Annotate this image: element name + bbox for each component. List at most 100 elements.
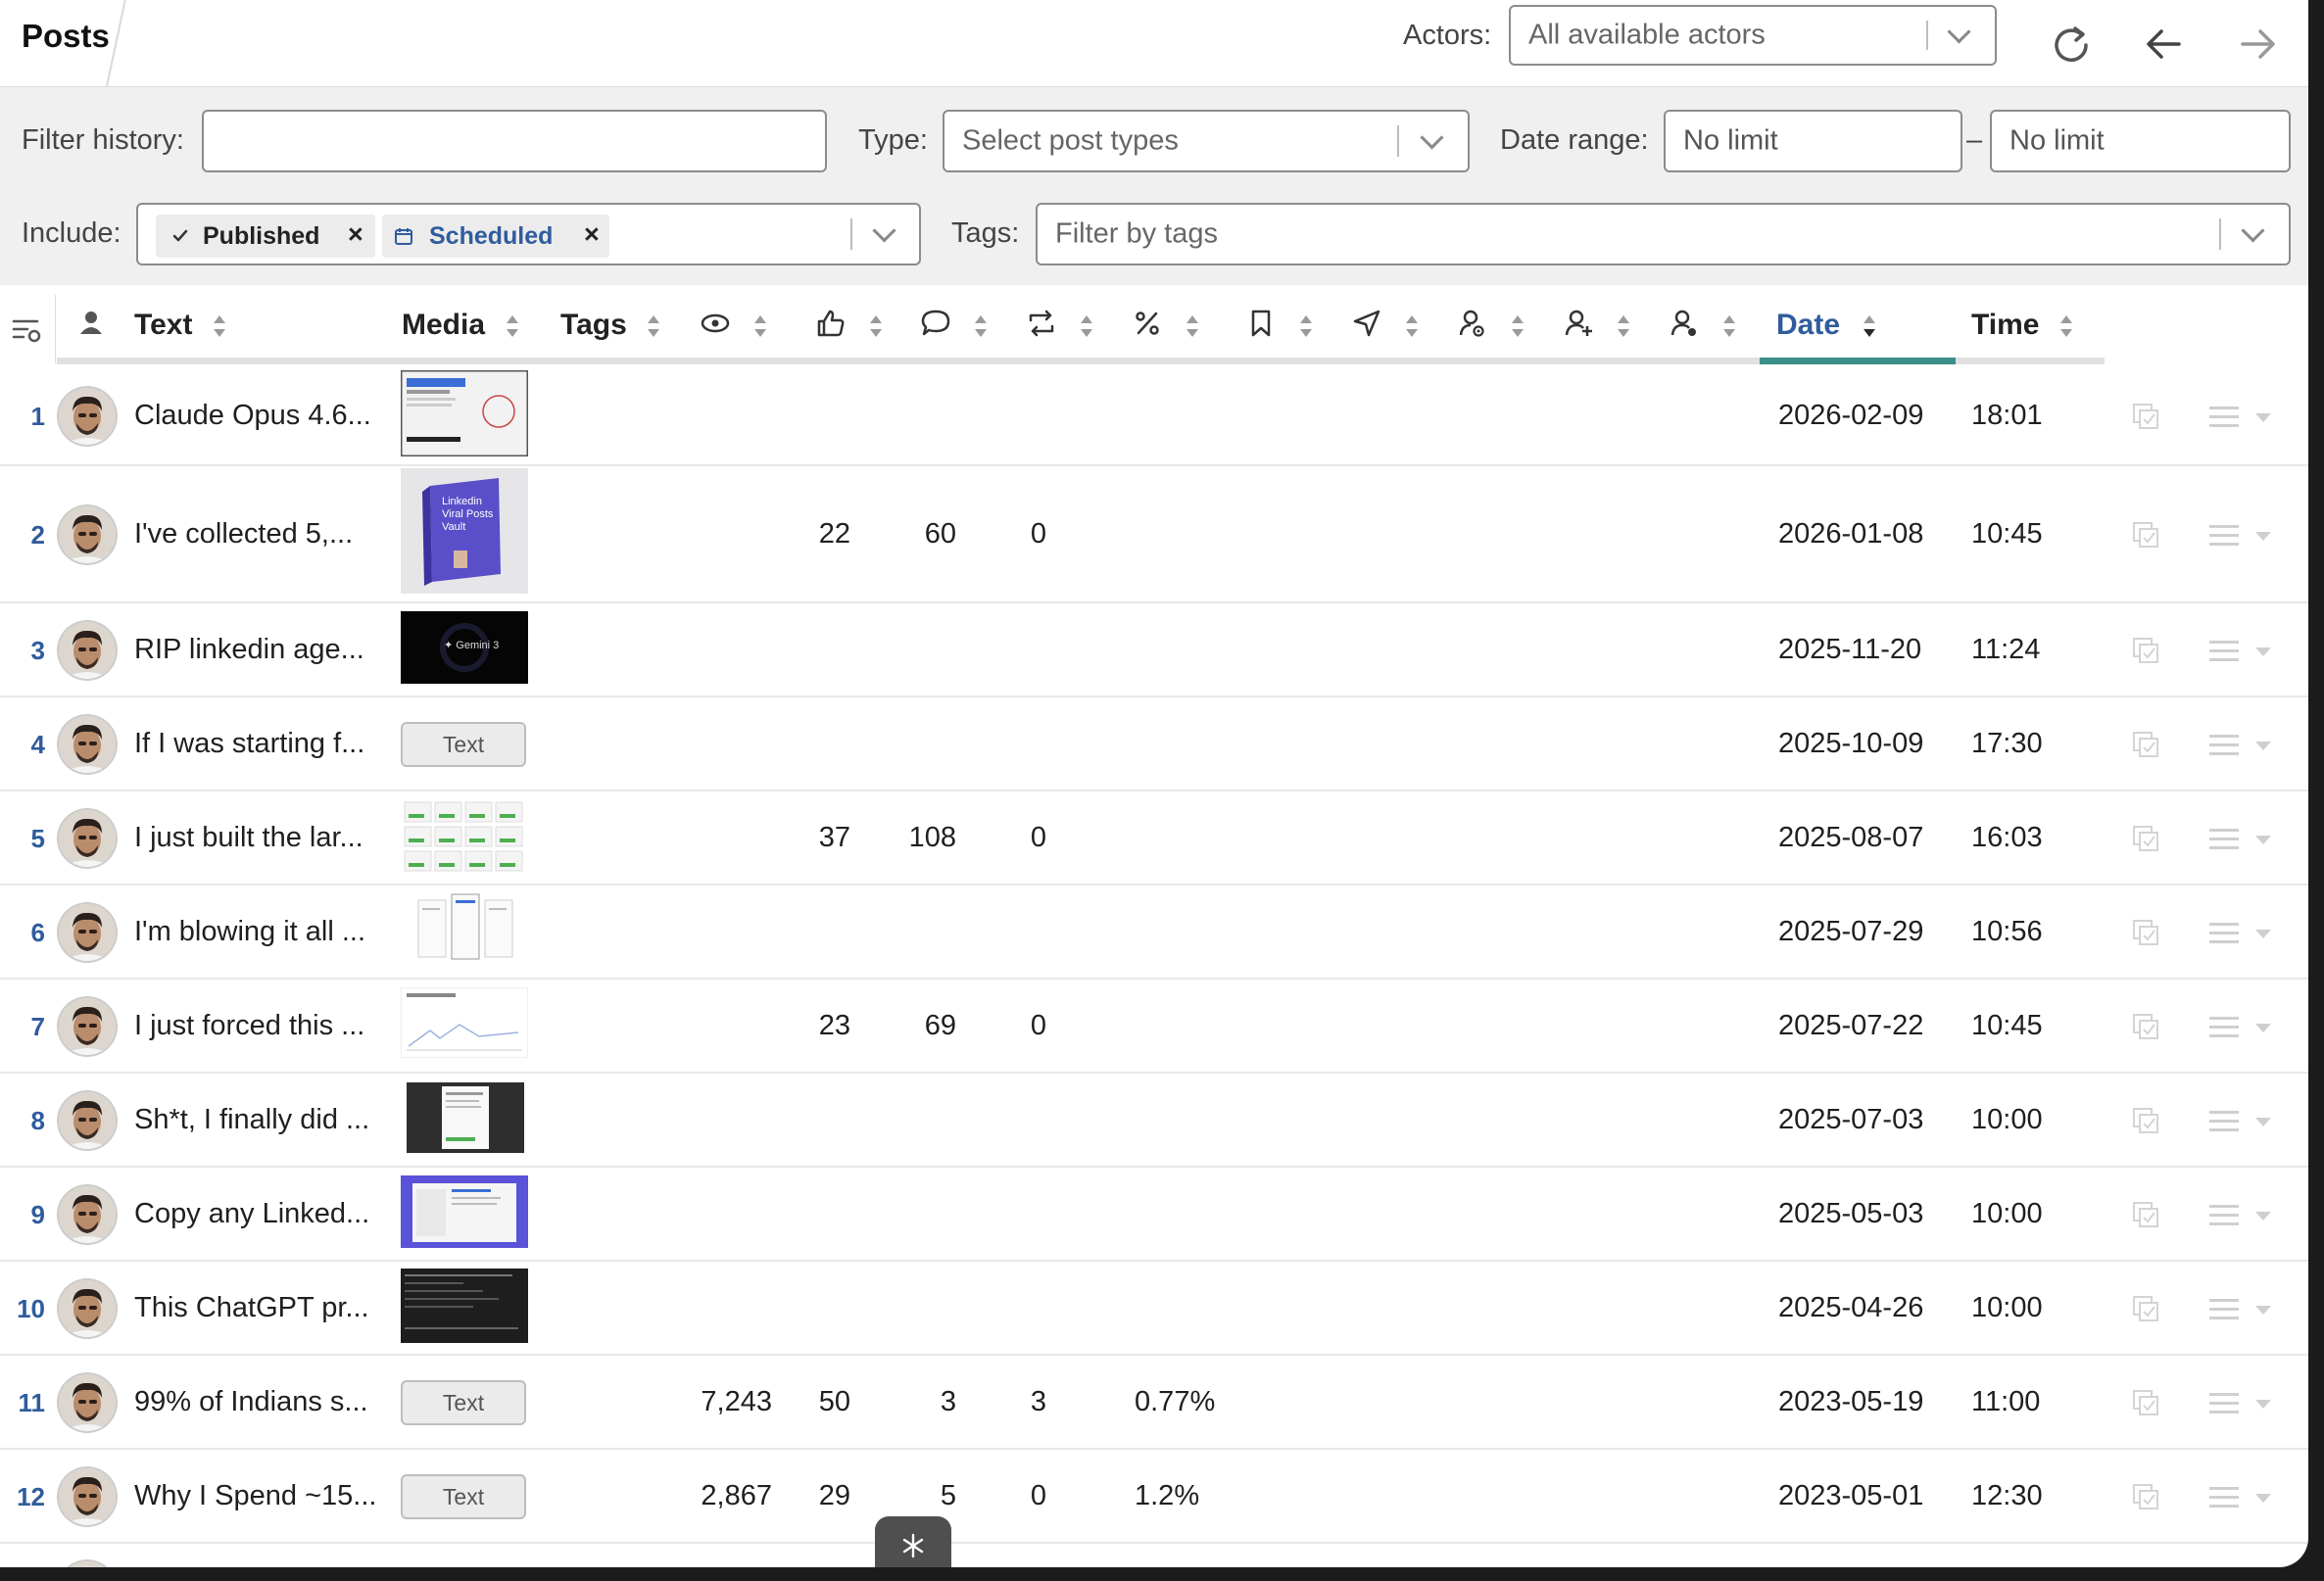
tab-posts[interactable]: Posts [0, 0, 127, 91]
duplicate-icon[interactable] [2131, 1012, 2160, 1041]
chevron-down-icon[interactable] [2255, 742, 2271, 750]
chip-published-remove-icon[interactable]: × [348, 219, 363, 250]
table-row[interactable]: 9 Copy any Linked... 2025-05-03 10:00 [0, 1168, 2308, 1262]
sort-icon[interactable] [869, 314, 883, 340]
media-thumbnail[interactable] [401, 987, 528, 1058]
chevron-down-icon[interactable] [2255, 1494, 2271, 1503]
sort-icon[interactable] [213, 314, 226, 340]
post-text-cell[interactable]: Copy any Linked... [134, 1198, 369, 1230]
sends-icon[interactable] [1350, 307, 1383, 340]
media-thumbnail[interactable]: ✦ Gemini 3 [401, 611, 528, 684]
chevron-down-icon[interactable] [1947, 20, 1971, 44]
filter-history-input[interactable] [202, 110, 827, 172]
table-row[interactable]: 5 I just built the lar... 37 108 0 2025-08-07… [0, 791, 2308, 886]
row-menu-icon[interactable] [2209, 1111, 2239, 1132]
saves-icon[interactable] [1244, 307, 1278, 340]
reposts-icon[interactable] [1025, 307, 1058, 340]
profile-views-icon[interactable] [1456, 307, 1489, 340]
chevron-down-icon[interactable] [2255, 1400, 2271, 1409]
post-text-cell[interactable]: If I was starting f... [134, 728, 364, 760]
post-text-cell[interactable]: This ChatGPT pr... [134, 1292, 369, 1324]
duplicate-icon[interactable] [2131, 730, 2160, 759]
row-menu-icon[interactable] [2209, 1205, 2239, 1226]
chip-published[interactable]: Published × [156, 215, 375, 258]
sort-icon[interactable] [506, 314, 519, 340]
post-text-cell[interactable]: I've collected 5,... [134, 518, 353, 551]
forward-button[interactable] [2229, 16, 2286, 72]
table-row[interactable]: 8 Sh*t, I finally did ... 2025-07-03 10:00 [0, 1074, 2308, 1168]
duplicate-icon[interactable] [2131, 1294, 2160, 1323]
chip-scheduled[interactable]: Scheduled × [382, 215, 609, 258]
actors-select[interactable]: All available actors [1509, 5, 1997, 66]
media-thumbnail[interactable] [407, 1082, 524, 1153]
chevron-down-icon[interactable] [2255, 412, 2271, 422]
sort-icon[interactable] [2059, 314, 2073, 340]
date-from-input[interactable]: No limit [1664, 110, 1962, 172]
chevron-down-icon[interactable] [2255, 836, 2271, 844]
table-row[interactable]: 2 I've collected 5,... Linkedin Viral Post… [0, 466, 2308, 603]
chevron-down-icon[interactable] [872, 218, 896, 243]
sort-icon[interactable] [1405, 314, 1419, 340]
column-date[interactable]: Date [1776, 309, 1840, 342]
duplicate-icon[interactable] [2131, 824, 2160, 853]
table-row[interactable]: 7 I just forced this ... 23 69 0 2025-07-22 10… [0, 980, 2308, 1074]
row-menu-icon[interactable] [2209, 406, 2239, 428]
sort-desc-icon[interactable] [1863, 314, 1876, 340]
post-text-cell[interactable]: Why I Spend ~15... [134, 1480, 376, 1512]
table-row[interactable]: 12 Why I Spend ~15... Text 2,867 29 5 0 1.2% 202… [0, 1450, 2308, 1544]
post-text-cell[interactable]: I just forced this ... [134, 1010, 364, 1042]
chevron-down-icon[interactable] [2255, 930, 2271, 938]
row-menu-icon[interactable] [2209, 525, 2239, 547]
row-menu-icon[interactable] [2209, 1299, 2239, 1320]
column-tags[interactable]: Tags [560, 309, 627, 342]
media-thumbnail[interactable]: Linkedin Viral Posts Vault [401, 468, 528, 594]
sort-icon[interactable] [1511, 314, 1525, 340]
comments-icon[interactable] [919, 307, 952, 340]
media-thumbnail[interactable] [401, 798, 528, 875]
type-select[interactable]: Select post types [943, 110, 1470, 172]
engagement-rate-icon[interactable] [1131, 307, 1164, 340]
sort-icon[interactable] [1617, 314, 1630, 340]
duplicate-icon[interactable] [2131, 402, 2160, 431]
likes-icon[interactable] [814, 307, 847, 340]
duplicate-icon[interactable] [2131, 520, 2160, 550]
tags-select[interactable]: Filter by tags [1036, 203, 2291, 265]
chevron-down-icon[interactable] [1420, 125, 1444, 150]
media-thumbnail[interactable] [401, 370, 528, 458]
table-row[interactable]: 10 This ChatGPT pr... 2025-04-26 10:00 [0, 1262, 2308, 1356]
post-text-cell[interactable]: RIP linkedin age... [134, 634, 364, 666]
include-select[interactable]: Published × Scheduled × [136, 203, 921, 265]
chevron-down-icon[interactable] [2255, 532, 2271, 541]
row-menu-icon[interactable] [2209, 923, 2239, 944]
sort-icon[interactable] [974, 314, 988, 340]
row-menu-icon[interactable] [2209, 829, 2239, 850]
table-row[interactable]: 6 I'm blowing it all ... 2025-07-29 10:56 [0, 886, 2308, 980]
table-row[interactable]: 4 If I was starting f... Text 2025-10-09 17:… [0, 697, 2308, 791]
post-text-cell[interactable]: 99% of Indians s... [134, 1386, 368, 1418]
sort-icon[interactable] [1722, 314, 1736, 340]
duplicate-icon[interactable] [2131, 1482, 2160, 1511]
date-to-input[interactable]: No limit [1990, 110, 2291, 172]
post-text-cell[interactable]: Claude Opus 4.6... [134, 400, 371, 432]
sort-icon[interactable] [1186, 314, 1199, 340]
followers-gained-icon[interactable] [1562, 307, 1595, 340]
sort-icon[interactable] [1299, 314, 1313, 340]
column-settings-button[interactable] [0, 295, 56, 363]
row-menu-icon[interactable] [2209, 1393, 2239, 1414]
views-icon[interactable] [699, 307, 732, 340]
post-text-cell[interactable]: Sh*t, I finally did ... [134, 1104, 369, 1136]
back-button[interactable] [2136, 16, 2193, 72]
chevron-down-icon[interactable] [2255, 1306, 2271, 1315]
duplicate-icon[interactable] [2131, 636, 2160, 665]
duplicate-icon[interactable] [2131, 918, 2160, 947]
chevron-down-icon[interactable] [2255, 1024, 2271, 1032]
bottom-handle-button[interactable] [875, 1516, 951, 1567]
post-text-cell[interactable]: I'm blowing it all ... [134, 916, 365, 948]
chevron-down-icon[interactable] [2255, 1118, 2271, 1126]
media-thumbnail[interactable] [401, 1269, 528, 1343]
table-row[interactable]: 1 Claude Opus 4.6... 2026-02-09 18:01 [0, 365, 2308, 466]
row-menu-icon[interactable] [2209, 1017, 2239, 1038]
row-menu-icon[interactable] [2209, 735, 2239, 756]
sort-icon[interactable] [1080, 314, 1093, 340]
media-thumbnail[interactable] [401, 1175, 528, 1248]
